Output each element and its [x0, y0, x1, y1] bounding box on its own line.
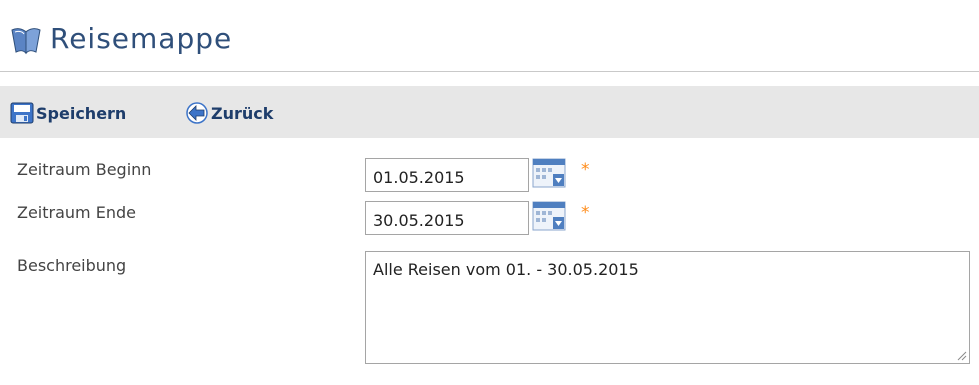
description-field[interactable]: Alle Reisen vom 01. - 30.05.2015 — [365, 251, 970, 364]
end-date-field[interactable] — [365, 201, 529, 235]
back-button[interactable]: Zurück — [185, 101, 273, 125]
book-icon — [11, 28, 41, 55]
save-icon — [10, 102, 34, 124]
toolbar: Speichern Zurück — [0, 86, 979, 138]
resize-grip-icon[interactable] — [955, 349, 967, 361]
start-date-field[interactable] — [365, 158, 529, 192]
start-date-label: Zeitraum Beginn — [17, 160, 152, 179]
end-required-mark: * — [581, 203, 590, 223]
save-button-label: Speichern — [36, 103, 127, 123]
start-calendar-icon[interactable] — [532, 158, 566, 188]
save-button[interactable]: Speichern — [10, 101, 126, 125]
end-calendar-icon[interactable] — [532, 201, 566, 231]
end-date-label: Zeitraum Ende — [17, 203, 136, 222]
page-title: Reisemappe — [50, 22, 233, 55]
page-header: Reisemappe — [0, 0, 979, 72]
back-button-label: Zurück — [211, 103, 274, 123]
back-arrow-icon — [186, 102, 208, 124]
start-required-mark: * — [581, 160, 590, 180]
description-label: Beschreibung — [17, 256, 127, 275]
